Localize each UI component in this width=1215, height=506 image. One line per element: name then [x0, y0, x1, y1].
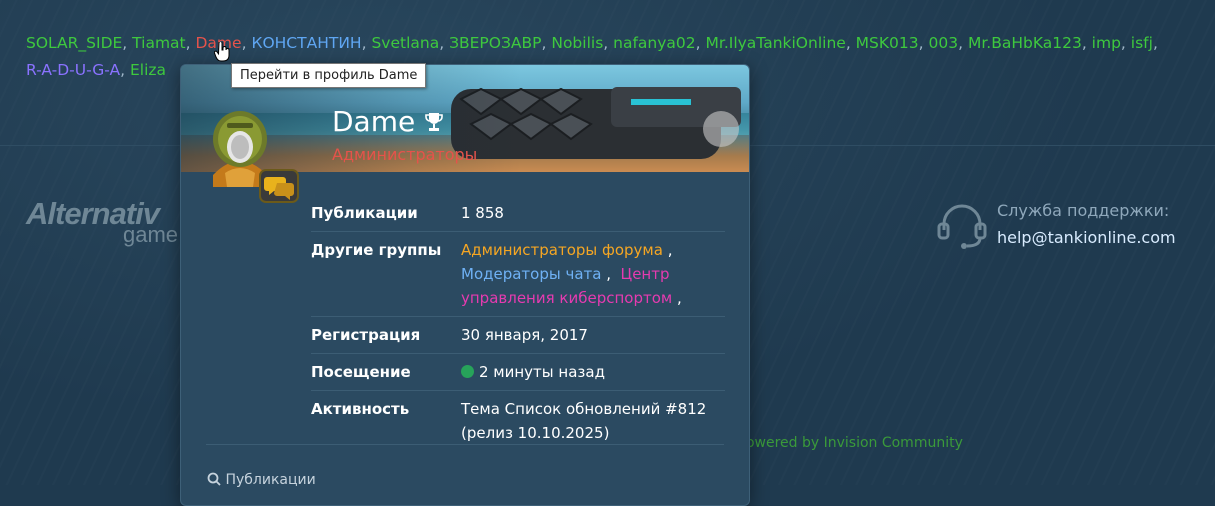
profile-username[interactable]: Dame [332, 105, 415, 138]
user-link-solar-side[interactable]: SOLAR_SIDE [26, 34, 122, 52]
user-link-mr-bahbka123[interactable]: Mr.BaHbKa123 [968, 34, 1082, 52]
site-logo-sub: game [123, 222, 179, 247]
user-link-tiamat[interactable]: Tiamat [132, 34, 185, 52]
group-link-forum-admins[interactable]: Администраторы форума [461, 241, 663, 259]
support-label: Служба поддержки: [997, 201, 1170, 220]
headset-icon [937, 202, 987, 254]
user-link-nobilis[interactable]: Nobilis [551, 34, 603, 52]
visit-label: Посещение [311, 353, 461, 391]
user-hovercard: Dame Администраторы Публикации 1 858 Дру… [180, 64, 750, 506]
support-email-link[interactable]: help@tankionline.com [997, 228, 1176, 247]
registration-label: Регистрация [311, 316, 461, 354]
user-link-konstantin[interactable]: КОНСТАНТИН [251, 34, 361, 52]
trophy-icon [424, 111, 444, 137]
profile-group: Администраторы [332, 145, 478, 164]
posts-value: 1 858 [461, 195, 725, 232]
user-link-nafanya02[interactable]: nafanya02 [613, 34, 696, 52]
user-link-svetlana[interactable]: Svetlana [371, 34, 439, 52]
visit-value: 2 минуты назад [479, 363, 605, 381]
user-link-msk013[interactable]: MSK013 [856, 34, 919, 52]
online-status-icon [461, 365, 474, 378]
info-row-groups: Другие группы Администраторы форума , Мо… [311, 231, 725, 317]
posts-label: Публикации [311, 195, 461, 232]
user-link-mr-ilyatankionline[interactable]: Mr.IlyaTankiOnline [706, 34, 846, 52]
info-row-registration: Регистрация 30 января, 2017 [311, 316, 725, 354]
user-link-003[interactable]: 003 [929, 34, 959, 52]
card-posts-link[interactable]: Публикации [207, 472, 316, 488]
search-icon [207, 472, 221, 486]
registration-value: 30 января, 2017 [461, 316, 725, 354]
hand-cursor-icon [213, 41, 230, 66]
card-posts-label: Публикации [225, 472, 316, 488]
groups-label: Другие группы [311, 231, 461, 317]
chat-badge-icon [259, 169, 299, 207]
activity-topic-link[interactable]: Тема Список обновлений #812 (релиз 10.10… [461, 400, 706, 442]
info-row-activity: Активность Тема Список обновлений #812 (… [311, 391, 725, 452]
profile-info-table: Публикации 1 858 Другие группы Администр… [311, 195, 725, 451]
activity-label: Активность [311, 400, 410, 418]
card-divider [206, 444, 724, 445]
info-row-visit: Посещение 2 минуты назад [311, 353, 725, 391]
user-link-isfj[interactable]: isfj [1131, 34, 1153, 52]
user-link-raduga[interactable]: R-A-D-U-G-A [26, 61, 120, 79]
powered-by-link[interactable]: Powered by Invision Community [738, 435, 963, 451]
group-link-chat-moderators[interactable]: Модераторы чата [461, 265, 601, 283]
user-link-imp[interactable]: imp [1092, 34, 1121, 52]
user-link-zverozavr[interactable]: ЗВЕРОЗАВР [449, 34, 541, 52]
profile-tooltip: Перейти в профиль Dame [231, 63, 427, 88]
user-link-eliza[interactable]: Eliza [130, 61, 166, 79]
info-row-posts: Публикации 1 858 [311, 195, 725, 232]
